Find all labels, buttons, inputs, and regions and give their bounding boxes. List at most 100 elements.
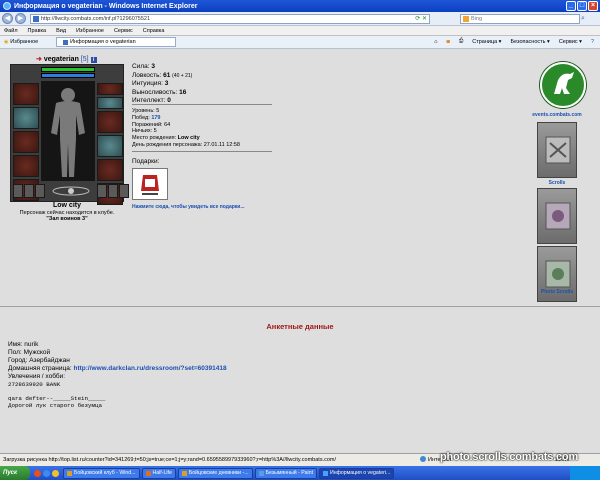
feeds-icon[interactable]: ◙ [446, 39, 449, 45]
taskbar-item[interactable]: Безымянный - Paint [254, 467, 318, 479]
window-title: Информация о vegaterian - Windows Intern… [14, 2, 198, 10]
browser-tab[interactable]: Информация о vegaterian [56, 37, 177, 47]
detail-level: 5 [156, 108, 160, 114]
banner-caption-photo[interactable]: Photo Scrolls [525, 289, 589, 295]
page-menu[interactable]: Страница ▾ [472, 39, 501, 45]
help-icon[interactable]: ? [591, 39, 594, 45]
detail-label: Побед: [132, 114, 150, 121]
necklace-slot[interactable] [97, 97, 123, 109]
leggings-slot[interactable] [97, 159, 123, 181]
armor-slot[interactable] [13, 155, 39, 177]
menu-file[interactable]: Файл [4, 28, 18, 34]
profile-name: nurik [24, 341, 39, 348]
address-toolbar: ◀ ▶ http://llwcity.combats.com/inf.pl?12… [0, 12, 600, 26]
folder-icon[interactable] [52, 469, 59, 477]
internet-globe-icon [420, 456, 426, 462]
banner-caption-scrolls[interactable]: Scrolls [525, 180, 589, 186]
menu-edit[interactable]: Правка [28, 28, 47, 34]
clan-emblem-icon [46, 184, 96, 198]
motto-line: Дорогой лук старого безумца [8, 402, 102, 409]
close-button[interactable]: × [588, 1, 598, 11]
section-divider [0, 306, 600, 307]
helmet-slot[interactable] [13, 83, 39, 105]
scroll-banner-icon[interactable] [537, 122, 577, 178]
favorites-star-icon[interactable]: ★ [3, 38, 9, 46]
stat-intellect: 0 [167, 97, 171, 104]
ring-slot[interactable] [13, 184, 23, 198]
profile-section-title: Анкетные данные [266, 322, 334, 331]
motto-line: qara defter--_____Stein_____ [8, 395, 106, 402]
scroll-banner-alt-icon[interactable] [537, 188, 577, 244]
profile-label: Город: [8, 357, 28, 364]
pocket-slot[interactable] [108, 184, 118, 198]
character-silhouette-icon [51, 88, 85, 177]
safety-menu[interactable]: Безопасность ▾ [510, 39, 549, 45]
taskbar-item[interactable]: Бойцовский клуб - Wind... [63, 467, 140, 479]
window-titlebar: Информация о vegaterian - Windows Intern… [0, 0, 600, 12]
ring-slot[interactable] [24, 184, 34, 198]
search-input[interactable]: Bing ⌕ [460, 14, 585, 24]
refresh-icon[interactable]: ⟳ ✕ [415, 15, 427, 23]
mana-bar [41, 73, 95, 78]
menu-view[interactable]: Вид [56, 28, 66, 34]
tab-title: Информация о vegaterian [70, 39, 136, 45]
amulet-slot[interactable] [13, 107, 39, 129]
minimize-button[interactable]: _ [566, 1, 576, 11]
private-message-arrow-icon[interactable]: ➜ [36, 56, 42, 63]
home-icon[interactable]: ⌂ [434, 39, 437, 45]
tools-menu[interactable]: Сервис ▾ [559, 39, 582, 45]
detail-label: Ничьих: [132, 128, 153, 135]
character-location: Low city Персонаж сейчас находится в клу… [10, 202, 124, 222]
shield-slot[interactable] [97, 135, 123, 157]
taskbar-item[interactable]: Бойцовские дневники -... [177, 467, 253, 479]
detail-wins[interactable]: 179 [151, 115, 160, 121]
detail-label: Уровень: [132, 108, 155, 114]
ring-slot[interactable] [35, 184, 45, 198]
opera-icon[interactable] [34, 469, 41, 477]
favorites-bar: ★ Избранное Информация о vegaterian ⌂ ◙ … [0, 36, 600, 49]
earring-slot[interactable] [97, 83, 123, 95]
maximize-button[interactable]: □ [577, 1, 587, 11]
profile-label: Домашняя страница: [8, 365, 72, 372]
hobby-line: 2728639920 BANK [8, 381, 61, 388]
stats-divider [132, 104, 272, 105]
stat-endurance: 16 [179, 88, 187, 96]
start-button[interactable]: Пуск [0, 466, 30, 480]
pocket-slot[interactable] [97, 184, 107, 198]
bing-icon [463, 16, 469, 22]
print-icon[interactable]: ⎙ [459, 38, 463, 45]
weapon-slot[interactable] [13, 131, 39, 153]
details-divider [132, 151, 272, 152]
page-content: ➜ vegaterian [5] i Low city Персонаж сей… [0, 50, 600, 453]
pocket-slot[interactable] [119, 184, 129, 198]
taskbar-item[interactable]: Half-Life [141, 467, 176, 479]
taskbar: Пуск Бойцовский клуб - Wind... Half-Life… [0, 466, 600, 480]
gloves-slot[interactable] [97, 111, 123, 133]
back-arrow-icon[interactable]: ◀ [2, 13, 13, 24]
all-gifts-link[interactable]: Нажмите сюда, чтобы увидеть все подарки.… [132, 204, 245, 210]
menu-favorites[interactable]: Избранное [76, 28, 104, 34]
taskbar-item-label: Информация о vegateri... [330, 469, 391, 476]
menu-help[interactable]: Справка [143, 28, 165, 34]
ie-quicklaunch-icon[interactable] [43, 469, 50, 477]
location-room: "Зал воинов 3" [46, 216, 88, 222]
ie-icon [323, 470, 329, 476]
favorites-button[interactable]: Избранное [10, 39, 38, 45]
info-icon[interactable]: i [90, 57, 97, 63]
homepage-link[interactable]: http://www.darkclan.ru/dressroom/?set=60… [73, 365, 226, 372]
address-input[interactable]: http://llwcity.combats.com/inf.pl?129607… [30, 14, 430, 24]
stat-agility-extra: (40 + 21) [172, 72, 193, 79]
taskbar-item-active[interactable]: Информация о vegateri... [319, 467, 395, 479]
banner-caption-events[interactable]: events.combats.com [525, 112, 589, 118]
goat-logo-icon[interactable] [540, 62, 586, 108]
system-tray [570, 466, 600, 480]
taskbar-item-label: Бойцовские дневники -... [188, 469, 249, 476]
search-placeholder: Bing [471, 16, 483, 22]
character-stats: Сила: 3 Ловкость: 61 (40 + 21) Интуиция:… [132, 63, 192, 106]
gift-item[interactable] [132, 168, 168, 200]
detail-birthday: 27.01.11 12:58 [203, 141, 240, 148]
stat-label: Ловкость: [132, 71, 162, 79]
forward-arrow-icon[interactable]: ▶ [15, 13, 26, 24]
search-icon[interactable]: ⌕ [581, 15, 591, 24]
menu-tools[interactable]: Сервис [114, 28, 133, 34]
